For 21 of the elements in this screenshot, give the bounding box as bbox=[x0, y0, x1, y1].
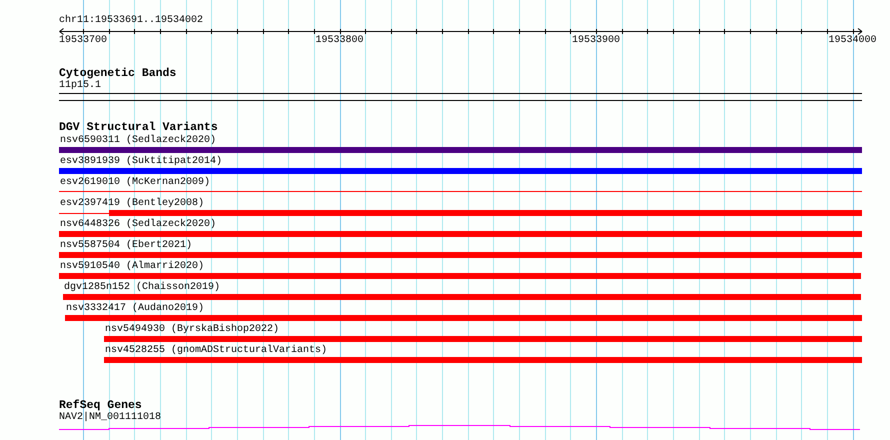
track-title: Cytogenetic Bands bbox=[59, 67, 176, 80]
feature-label: nsv3332417 (Audano2019) bbox=[66, 303, 204, 315]
feature-label: nsv6590311 (Sedlazeck2020) bbox=[60, 135, 216, 147]
track-title: DGV Structural Variants bbox=[59, 121, 218, 134]
gene-label: NAV2|NM_001111018 bbox=[59, 412, 162, 424]
feature-label: esv2397419 (Bentley2008) bbox=[60, 198, 204, 210]
feature-label: nsv4528255 (gnomADStructuralVariants) bbox=[105, 345, 328, 357]
ruler-label: 19534000 bbox=[828, 35, 877, 47]
feature-label: nsv5587504 (Ebert2021) bbox=[60, 240, 192, 252]
feature-label: esv3891939 (Suktitipat2014) bbox=[60, 156, 222, 168]
feature-label: nsv5494930 (ByrskaBishop2022) bbox=[105, 324, 280, 336]
ruler-label: 19533700 bbox=[59, 35, 108, 47]
location-label: chr11:19533691..19534002 bbox=[59, 15, 204, 27]
track-title: RefSeq Genes bbox=[59, 399, 142, 412]
feature-label: nsv6448326 (Sedlazeck2020) bbox=[60, 219, 216, 231]
ruler-label: 19533800 bbox=[316, 35, 364, 47]
feature-label: dgv1285n152 (Chaisson2019) bbox=[64, 282, 220, 294]
ruler-label: 19533900 bbox=[572, 35, 620, 47]
feature-label: esv2619010 (McKernan2009) bbox=[60, 177, 210, 189]
feature-label: nsv5910540 (Almarri2020) bbox=[60, 261, 204, 273]
band-label: 11p15.1 bbox=[59, 80, 102, 92]
